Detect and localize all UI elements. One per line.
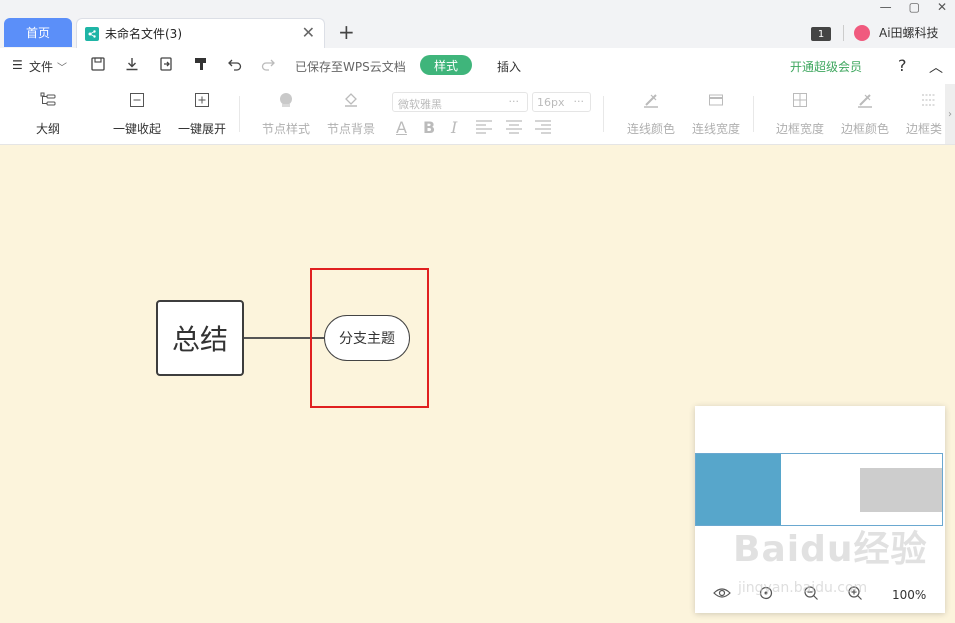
mindmap-file-icon [85, 26, 99, 41]
zoom-level: 100% [892, 588, 927, 602]
border-type-label: 边框类 [906, 122, 943, 136]
align-center-icon[interactable] [505, 118, 523, 138]
node-background-label: 节点背景 [326, 122, 375, 136]
node-background-button[interactable]: 节点背景 [320, 92, 382, 137]
border-width-label: 边框宽度 [775, 122, 824, 136]
line-color-button[interactable]: 连线颜色 [620, 92, 682, 137]
menu-bar: ☰ 文件 ﹀ 已保存至WPS云文档 插入 开通超级会员 ? ︿ [0, 48, 955, 84]
align-right-icon[interactable] [534, 118, 552, 138]
new-tab-button[interactable]: + [338, 22, 355, 42]
font-family-value: 微软雅黑 [398, 98, 442, 111]
italic-icon[interactable]: I [451, 118, 457, 137]
font-size-select[interactable]: 16px ··· [532, 92, 591, 112]
expand-icon [195, 93, 209, 107]
border-color-label: 边框颜色 [840, 122, 889, 136]
collapse-all-label: 一键收起 [112, 122, 161, 136]
document-title: 未命名文件(3) [105, 27, 182, 41]
help-icon[interactable]: ? [898, 56, 907, 75]
watermark-url: jingyan.baidu.com [738, 580, 868, 596]
border-width-button[interactable]: 边框宽度 [769, 92, 831, 137]
export-icon[interactable] [158, 56, 174, 75]
outline-label: 大纲 [35, 122, 60, 136]
toolbar-divider [239, 96, 240, 132]
line-width-icon [709, 94, 723, 106]
expand-all-button[interactable]: 一键展开 [171, 92, 233, 137]
divider [843, 25, 844, 41]
paint-bucket-icon [345, 93, 357, 107]
node-style-icon [280, 93, 292, 107]
minimap-viewport[interactable] [695, 453, 943, 526]
window-controls: — ▢ ✕ [880, 0, 947, 18]
close-tab-icon[interactable]: ✕ [302, 25, 315, 41]
avatar[interactable] [854, 25, 870, 41]
node-style-button[interactable]: 节点样式 [255, 92, 317, 137]
border-width-icon [793, 93, 807, 107]
line-color-icon [644, 94, 658, 108]
border-type-icon [922, 94, 936, 106]
window-count-badge[interactable]: 1 [811, 27, 831, 41]
more-icon: ··· [573, 95, 585, 108]
align-left-icon[interactable] [475, 118, 493, 138]
undo-icon[interactable] [227, 56, 243, 75]
eye-icon[interactable] [713, 586, 731, 604]
toolbar-divider [603, 96, 604, 132]
line-width-button[interactable]: 连线宽度 [685, 92, 747, 137]
line-color-label: 连线颜色 [626, 122, 675, 136]
save-status: 已保存至WPS云文档 [295, 60, 406, 74]
watermark-logo: Baidu经验 [733, 529, 928, 570]
more-icon: ··· [508, 95, 520, 108]
download-icon[interactable] [124, 56, 140, 75]
save-icon[interactable] [90, 56, 106, 75]
tab-insert[interactable]: 插入 [497, 58, 521, 75]
maximize-button[interactable]: ▢ [909, 0, 920, 18]
outline-button[interactable]: 大纲 [17, 92, 79, 137]
menu-icon[interactable]: ☰ [12, 58, 23, 72]
collapse-ribbon-icon[interactable]: ︿ [929, 57, 943, 77]
highlight-box [310, 268, 429, 408]
vip-link[interactable]: 开通超级会员 [790, 58, 862, 75]
collapse-all-button[interactable]: 一键收起 [106, 92, 168, 137]
font-family-select[interactable]: 微软雅黑 ··· [392, 92, 528, 112]
tab-bar: 首页 未命名文件(3) ✕ + — ▢ ✕ 1 Ai田螺科技 [0, 0, 955, 48]
toolbar-scroll-right[interactable]: › [945, 84, 955, 144]
user-name[interactable]: Ai田螺科技 [879, 24, 939, 41]
redo-icon[interactable] [260, 56, 276, 75]
chevron-down-icon[interactable]: ﹀ [57, 59, 67, 74]
bold-icon[interactable]: B [423, 118, 435, 137]
tab-home[interactable]: 首页 [4, 18, 72, 47]
minimize-button[interactable]: — [880, 0, 892, 18]
format-painter-icon[interactable] [193, 56, 209, 75]
toolbar-divider [753, 96, 754, 132]
font-color-icon[interactable]: A [396, 118, 407, 137]
border-type-button[interactable]: 边框类 [899, 92, 945, 137]
expand-all-label: 一键展开 [177, 122, 226, 136]
font-size-value: 16px [537, 96, 565, 109]
outline-icon [40, 92, 56, 106]
root-node[interactable]: 总结 [156, 300, 244, 376]
tab-style[interactable]: 样式 [420, 55, 472, 75]
collapse-icon [130, 93, 144, 107]
window-close-button[interactable]: ✕ [937, 0, 947, 18]
border-color-icon [858, 94, 872, 108]
border-color-button[interactable]: 边框颜色 [834, 92, 896, 137]
tab-document[interactable]: 未命名文件(3) ✕ [76, 18, 325, 48]
node-style-label: 节点样式 [261, 122, 310, 136]
line-width-label: 连线宽度 [691, 122, 740, 136]
file-menu[interactable]: 文件 [29, 58, 53, 75]
